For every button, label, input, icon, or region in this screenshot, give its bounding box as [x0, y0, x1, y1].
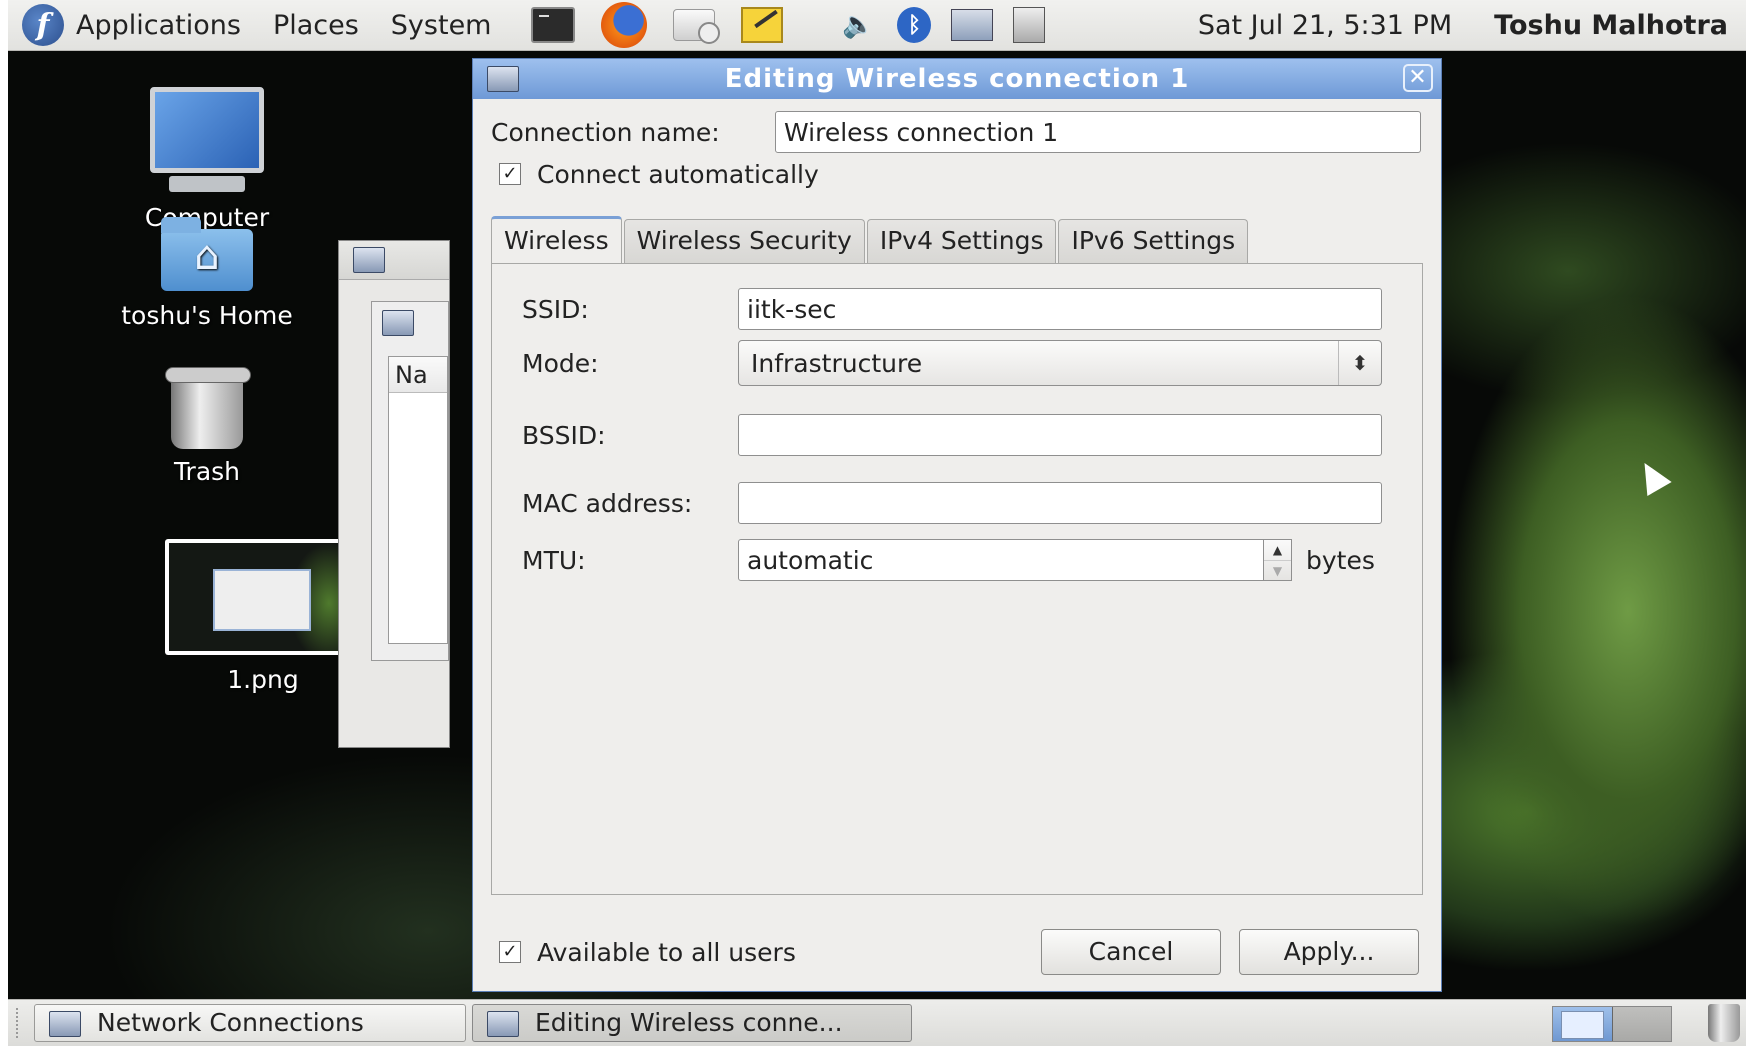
- cancel-button[interactable]: Cancel: [1041, 929, 1221, 975]
- ssid-input[interactable]: [738, 288, 1382, 330]
- close-button[interactable]: ✕: [1403, 64, 1433, 92]
- trash-icon: [165, 367, 251, 449]
- available-all-users-row[interactable]: ✓ Available to all users: [499, 929, 796, 975]
- mode-row: Mode: Infrastructure ⬍: [522, 340, 1382, 386]
- spin-up-icon[interactable]: ▲: [1264, 540, 1291, 560]
- network-window-icon: [353, 247, 385, 273]
- network-connections-window[interactable]: Na: [338, 240, 450, 748]
- chevron-up-down-icon: ⬍: [1338, 341, 1381, 385]
- workspace-1[interactable]: [1553, 1007, 1613, 1041]
- launcher-group: [531, 2, 809, 48]
- mode-selected-value: Infrastructure: [751, 348, 923, 378]
- desktop-icon-label: Computer: [144, 203, 270, 232]
- mac-address-row: MAC address:: [522, 482, 1382, 524]
- mail-icon[interactable]: [673, 9, 721, 44]
- menu-places[interactable]: Places: [273, 10, 359, 41]
- panel-grip-icon[interactable]: [16, 1008, 22, 1038]
- desktop-icon-label: Trash: [173, 457, 241, 486]
- window-titlebar[interactable]: [339, 241, 449, 280]
- mode-select[interactable]: Infrastructure ⬍: [738, 340, 1382, 386]
- taskbar-item-label: Editing Wireless conne...: [535, 1008, 843, 1037]
- bottom-panel: Network Connections Editing Wireless con…: [8, 999, 1746, 1046]
- notes-icon[interactable]: [741, 7, 784, 43]
- desktop-icon-trash[interactable]: Trash: [92, 367, 322, 486]
- bssid-input[interactable]: [738, 414, 1382, 456]
- computer-icon: [150, 87, 264, 192]
- connect-automatically-row[interactable]: ✓ Connect automatically: [499, 151, 819, 197]
- mac-address-label: MAC address:: [522, 488, 693, 518]
- user-menu[interactable]: Toshu Malhotra: [1494, 10, 1728, 41]
- wireless-tab-panel: SSID: Mode: Infrastructure ⬍ BSSID: MAC …: [491, 263, 1423, 895]
- mtu-unit-label: bytes: [1306, 545, 1375, 575]
- top-panel: f Applications Places System 🔈 ᛒ Sat Jul…: [8, 0, 1746, 51]
- mtu-input[interactable]: [738, 539, 1264, 581]
- network-window-icon: [49, 1011, 81, 1037]
- connect-automatically-checkbox[interactable]: ✓: [499, 163, 521, 185]
- image-file-icon: [165, 539, 361, 655]
- terminal-icon[interactable]: [531, 7, 576, 43]
- mouse-pointer-icon: [1632, 456, 1672, 496]
- notification-area: 🔈 ᛒ: [839, 7, 1065, 43]
- mtu-label: MTU:: [522, 545, 586, 575]
- desktop-icon-home[interactable]: toshu's Home: [92, 217, 322, 330]
- network-window-icon: [382, 310, 414, 336]
- connections-tab-area: Na: [371, 301, 449, 661]
- taskbar-item-editing-wireless[interactable]: Editing Wireless conne...: [472, 1004, 912, 1042]
- edit-connection-dialog: Editing Wireless connection 1 ✕ Connecti…: [472, 58, 1442, 992]
- mtu-spinbox: ▲ ▼: [738, 539, 1292, 581]
- menu-applications[interactable]: Applications: [76, 10, 241, 41]
- dialog-titlebar[interactable]: Editing Wireless connection 1 ✕: [473, 59, 1441, 99]
- power-icon[interactable]: [1013, 7, 1046, 43]
- tab-wireless[interactable]: Wireless: [491, 216, 622, 264]
- bssid-row: BSSID:: [522, 414, 1382, 456]
- trash-icon[interactable]: [1708, 1004, 1740, 1042]
- mac-address-input[interactable]: [738, 482, 1382, 524]
- bluetooth-icon[interactable]: ᛒ: [897, 7, 932, 43]
- workspace-switcher: [1552, 1006, 1672, 1042]
- desktop-icon-label: toshu's Home: [121, 301, 293, 330]
- mtu-row: MTU: ▲ ▼ bytes: [522, 539, 1375, 581]
- workspace-2[interactable]: [1612, 1007, 1671, 1041]
- firefox-icon[interactable]: [601, 2, 648, 48]
- network-window-icon: [487, 1011, 519, 1037]
- connection-name-label: Connection name:: [491, 117, 720, 147]
- ssid-row: SSID:: [522, 288, 1382, 330]
- mode-label: Mode:: [522, 348, 599, 378]
- fedora-logo-icon[interactable]: f: [22, 4, 64, 46]
- spin-down-icon[interactable]: ▼: [1264, 560, 1291, 581]
- network-icon[interactable]: [951, 9, 994, 41]
- panel-clock[interactable]: Sat Jul 21, 5:31 PM: [1198, 10, 1452, 41]
- connection-name-row: Connection name:: [491, 109, 1423, 155]
- tab-wireless-security[interactable]: Wireless Security: [623, 219, 865, 263]
- apply-button[interactable]: Apply...: [1239, 929, 1419, 975]
- column-header-name[interactable]: Na: [389, 357, 447, 393]
- available-all-users-label: Available to all users: [537, 937, 796, 967]
- connect-automatically-label: Connect automatically: [537, 159, 819, 189]
- settings-tabs: Wireless Wireless Security IPv4 Settings…: [491, 215, 1250, 264]
- connection-list[interactable]: Na: [388, 356, 448, 644]
- taskbar-item-network-connections[interactable]: Network Connections: [34, 1004, 466, 1042]
- tab-ipv6-settings[interactable]: IPv6 Settings: [1058, 219, 1249, 263]
- tab-ipv4-settings[interactable]: IPv4 Settings: [866, 219, 1057, 263]
- desktop-icon-computer[interactable]: Computer: [92, 87, 322, 232]
- mtu-spin-buttons: ▲ ▼: [1264, 539, 1292, 581]
- connection-name-input[interactable]: [775, 111, 1421, 153]
- network-window-icon: [487, 66, 519, 92]
- dialog-title: Editing Wireless connection 1: [724, 64, 1190, 94]
- home-folder-icon: [161, 217, 253, 291]
- available-all-users-checkbox[interactable]: ✓: [499, 941, 521, 963]
- menu-system[interactable]: System: [391, 10, 492, 41]
- taskbar-item-label: Network Connections: [97, 1008, 364, 1037]
- volume-icon[interactable]: 🔈: [839, 7, 877, 43]
- bssid-label: BSSID:: [522, 420, 606, 450]
- ssid-label: SSID:: [522, 294, 589, 324]
